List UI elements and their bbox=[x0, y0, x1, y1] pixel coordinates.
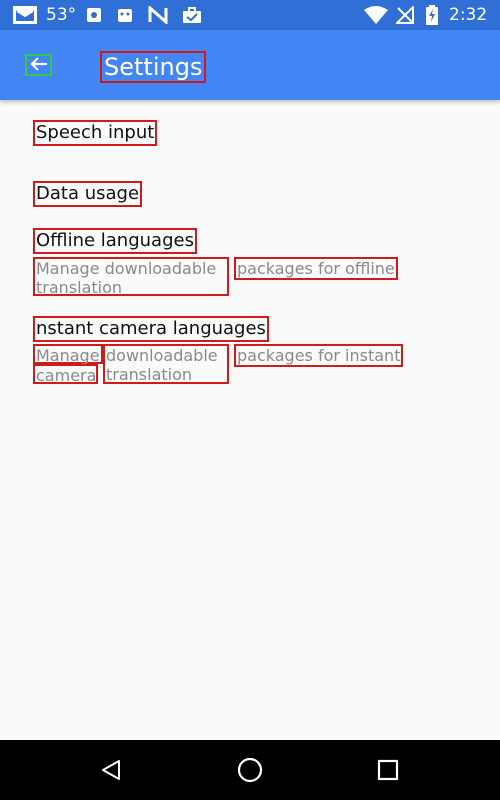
recents-square-icon[interactable] bbox=[372, 754, 404, 786]
weather-icon bbox=[86, 0, 102, 30]
back-button[interactable] bbox=[25, 54, 52, 76]
status-bar: 53° 2:32 bbox=[0, 0, 500, 30]
offline-languages-title: Offline languages bbox=[33, 228, 197, 254]
instant-camera-languages-title: nstant camera languages bbox=[33, 316, 269, 342]
instant-camera-languages-summary-part: camera bbox=[33, 364, 98, 385]
instant-camera-languages-summary-part: downloadable translation bbox=[103, 344, 229, 384]
android-icon bbox=[117, 0, 133, 30]
data-usage-item[interactable]: Data usage bbox=[33, 181, 143, 207]
back-arrow-icon bbox=[29, 56, 48, 75]
briefcase-icon bbox=[182, 0, 202, 30]
temperature-text: 53° bbox=[46, 5, 77, 25]
offline-languages-summary-part: packages for offline bbox=[234, 257, 398, 280]
app-bar: Settings bbox=[0, 30, 500, 100]
clock-text: 2:32 bbox=[449, 5, 488, 25]
navigation-bar bbox=[0, 740, 500, 800]
offline-languages-summary-part: Manage downloadable translation bbox=[33, 257, 229, 297]
page-title: Settings bbox=[100, 51, 207, 83]
n-icon bbox=[148, 0, 168, 30]
back-triangle-icon[interactable] bbox=[95, 754, 127, 786]
no-signal-icon bbox=[396, 0, 414, 30]
mail-icon bbox=[12, 0, 38, 30]
speech-input-item[interactable]: Speech input bbox=[33, 120, 158, 146]
home-circle-icon[interactable] bbox=[234, 754, 266, 786]
instant-camera-languages-summary-part: packages for instant bbox=[234, 344, 404, 367]
wifi-icon bbox=[364, 0, 388, 30]
instant-camera-languages-summary-part: Manage bbox=[33, 344, 103, 365]
battery-charging-icon bbox=[426, 0, 438, 30]
